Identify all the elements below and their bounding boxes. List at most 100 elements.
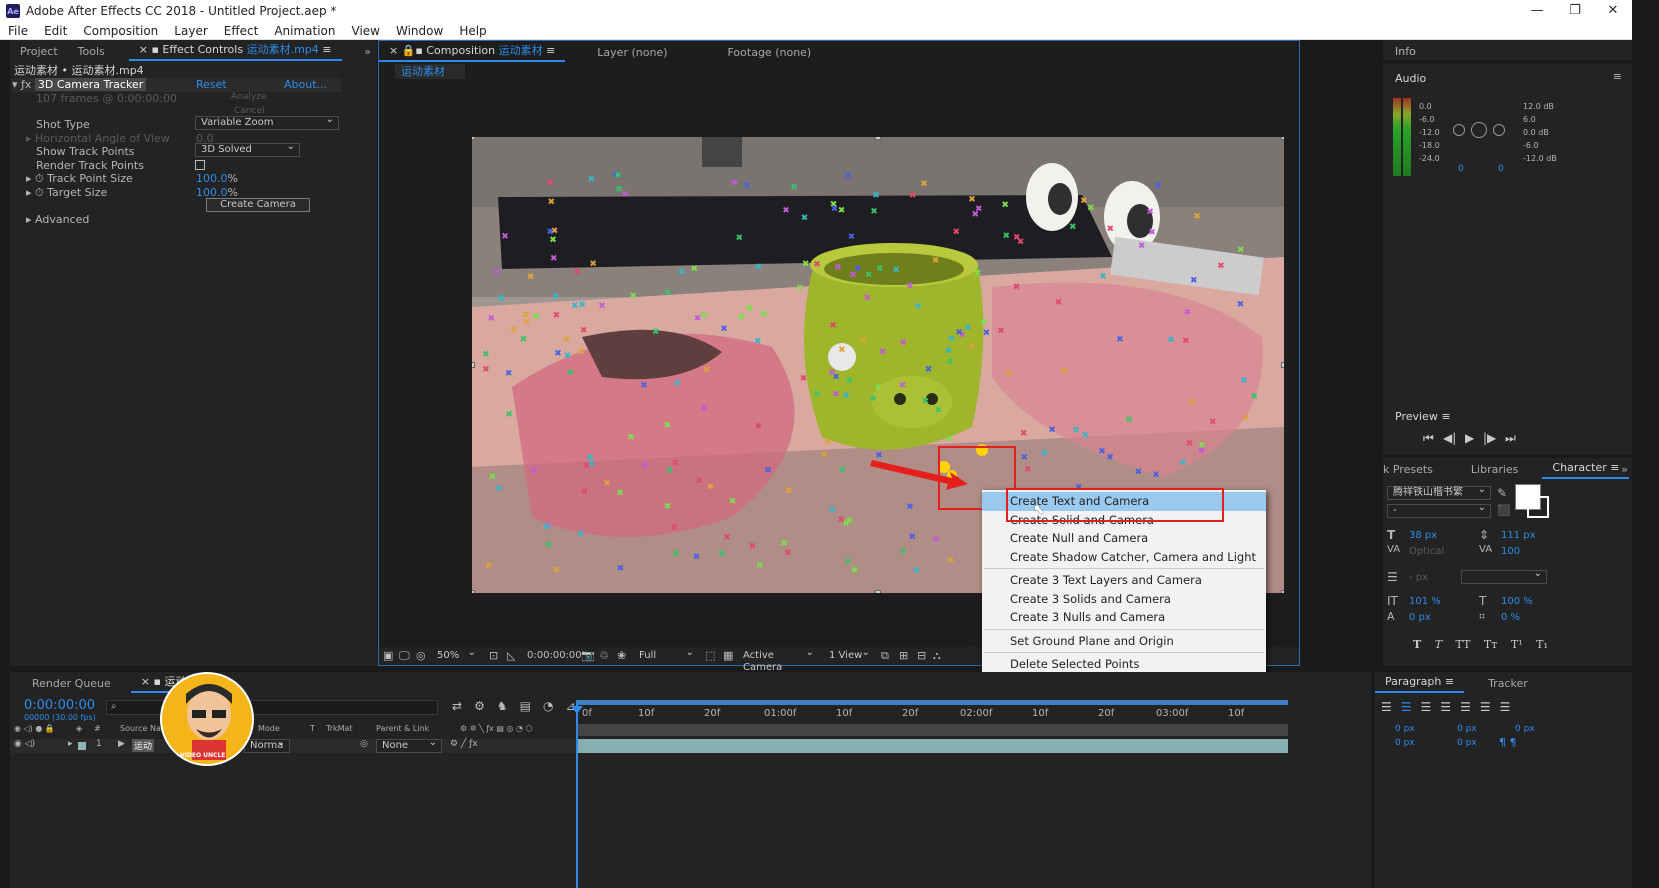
tab-tools[interactable]: Tools (68, 45, 115, 58)
panel-menu-icon[interactable]: ≡ (546, 44, 555, 57)
track-point-marker[interactable]: ✖ (703, 365, 711, 375)
all-caps-button[interactable]: TT (1456, 638, 1471, 651)
track-point-marker[interactable]: ✖ (1001, 201, 1009, 211)
track-point-marker[interactable]: ✖ (920, 180, 928, 190)
track-point-marker[interactable]: ✖ (829, 505, 837, 515)
track-point-marker[interactable]: ✖ (578, 300, 586, 310)
menu-item-delete-selected-points[interactable]: Delete Selected Points (982, 655, 1266, 674)
track-point-marker[interactable]: ✖ (1072, 426, 1080, 436)
track-point-marker[interactable]: ✖ (510, 326, 518, 336)
preview-tab[interactable]: Preview ≡ (1395, 410, 1451, 423)
track-point-marker[interactable]: ✖ (1048, 426, 1056, 436)
track-point-marker[interactable]: ✖ (482, 350, 490, 360)
track-point-marker[interactable]: ✖ (588, 175, 596, 185)
track-point-marker[interactable]: ✖ (707, 483, 715, 493)
menu-animation[interactable]: Animation (266, 24, 343, 38)
tab-layer[interactable]: Layer (none) (587, 46, 677, 59)
track-point-marker[interactable]: ✖ (851, 566, 859, 576)
track-point-marker[interactable]: ✖ (953, 227, 961, 237)
track-point-marker[interactable]: ✖ (1182, 336, 1190, 346)
track-point-marker[interactable]: ✖ (616, 488, 624, 498)
parent-pickwhip-icon[interactable]: ◎ (360, 739, 368, 749)
track-point-marker[interactable]: ✖ (870, 207, 878, 217)
track-point-marker[interactable]: ✖ (838, 346, 846, 356)
track-point-marker[interactable]: ✖ (935, 406, 943, 416)
track-point-marker[interactable]: ✖ (914, 302, 922, 312)
effect-name[interactable]: 3D Camera Tracker (34, 78, 147, 91)
track-point-marker[interactable]: ✖ (586, 454, 594, 464)
track-point-marker[interactable]: ✖ (550, 254, 558, 264)
track-point-marker[interactable]: ✖ (553, 566, 561, 576)
track-point-marker[interactable]: ✖ (720, 325, 728, 335)
menu-item-create-3-text-layers[interactable]: Create 3 Text Layers and Camera (982, 571, 1266, 590)
timeline-timecode[interactable]: 0:00:00:00 (24, 698, 95, 713)
tab-project[interactable]: Project (10, 45, 68, 58)
audio-tab[interactable]: Audio (1395, 72, 1426, 85)
track-point-marker[interactable]: ✖ (1116, 335, 1124, 345)
track-point-marker[interactable]: ✖ (581, 487, 589, 497)
track-point-marker[interactable]: ✖ (1003, 232, 1011, 242)
track-point-marker[interactable]: ✖ (755, 263, 763, 273)
trkmat-header[interactable]: TrkMat (326, 724, 353, 733)
track-point-marker[interactable]: ✖ (785, 486, 793, 496)
parent-header[interactable]: Parent & Link (376, 724, 429, 733)
stroke-type-dropdown[interactable] (1461, 568, 1547, 584)
track-point-marker[interactable]: ✖ (964, 324, 972, 334)
parent-dropdown[interactable]: None (376, 737, 442, 753)
track-point-marker[interactable]: ✖ (945, 346, 953, 356)
track-point-marker[interactable]: ✖ (790, 183, 798, 193)
small-caps-button[interactable]: Tт (1484, 638, 1497, 651)
track-point-marker[interactable]: ✖ (571, 301, 579, 311)
space-after-value[interactable]: 0 px (1457, 738, 1477, 748)
align-right-icon[interactable]: ☰ (1421, 700, 1441, 714)
track-point-marker[interactable]: ✖ (837, 516, 845, 526)
tab-libraries[interactable]: Libraries (1461, 463, 1529, 476)
track-point-marker[interactable]: ✖ (554, 349, 562, 359)
track-point-marker[interactable]: ✖ (567, 369, 575, 379)
track-point-marker[interactable]: ✖ (603, 479, 611, 489)
track-point-marker[interactable]: ✖ (577, 530, 585, 540)
track-point-marker[interactable]: ✖ (974, 269, 982, 279)
track-point-marker[interactable]: ✖ (718, 550, 726, 560)
audio-slider-master[interactable] (1471, 122, 1487, 138)
track-point-marker[interactable]: ✖ (641, 461, 649, 471)
track-point-marker[interactable]: ✖ (968, 195, 976, 205)
track-point-marker[interactable]: ✖ (664, 502, 672, 512)
track-point-marker[interactable]: ✖ (869, 394, 877, 404)
track-point-marker[interactable]: ✖ (746, 304, 754, 314)
superscript-button[interactable]: T¹ (1511, 638, 1523, 651)
track-point-marker[interactable]: ✖ (832, 390, 840, 400)
track-point-marker[interactable]: ✖ (813, 260, 821, 270)
track-point-marker[interactable]: ✖ (1020, 429, 1028, 439)
justify-right-icon[interactable]: ☰ (1480, 700, 1500, 714)
track-point-marker[interactable]: ✖ (839, 466, 847, 476)
track-point-marker[interactable]: ✖ (1061, 367, 1069, 377)
menu-composition[interactable]: Composition (75, 24, 166, 38)
track-point-marker[interactable]: ✖ (906, 282, 914, 292)
fit-icon[interactable]: ⊡ (489, 649, 498, 662)
track-point-marker[interactable]: ✖ (1167, 336, 1175, 346)
show-snapshot-icon[interactable]: ♲ (599, 649, 609, 662)
track-point-marker[interactable]: ✖ (1146, 208, 1154, 218)
track-point-marker[interactable]: ✖ (1190, 276, 1198, 286)
track-point-marker[interactable]: ✖ (972, 210, 980, 220)
track-point-marker[interactable]: ✖ (1217, 262, 1225, 272)
track-point-marker[interactable]: ✖ (520, 335, 528, 345)
track-point-marker[interactable]: ✖ (824, 438, 832, 448)
next-frame-button[interactable]: |▶ (1483, 431, 1496, 445)
track-point-marker[interactable]: ✖ (899, 381, 907, 391)
track-point-marker[interactable]: ✖ (755, 422, 763, 432)
menu-item-create-shadow-catcher[interactable]: Create Shadow Catcher, Camera and Light (982, 548, 1266, 567)
track-point-marker[interactable]: ✖ (617, 564, 625, 574)
track-point-marker[interactable]: ✖ (743, 181, 751, 191)
track-point-marker[interactable]: ✖ (672, 459, 680, 469)
comp-name-tab[interactable]: 运动素材 (395, 64, 465, 79)
track-point-marker[interactable]: ✖ (925, 365, 933, 375)
expand-panels-icon[interactable]: » (1621, 463, 1628, 476)
transform-handle[interactable] (472, 590, 475, 593)
track-point-marker[interactable]: ✖ (980, 318, 988, 328)
tab-character[interactable]: Character ≡ (1542, 459, 1630, 479)
track-point-marker[interactable]: ✖ (664, 288, 672, 298)
track-point-marker[interactable]: ✖ (552, 292, 560, 302)
menu-item-create-3-nulls[interactable]: Create 3 Nulls and Camera (982, 608, 1266, 627)
